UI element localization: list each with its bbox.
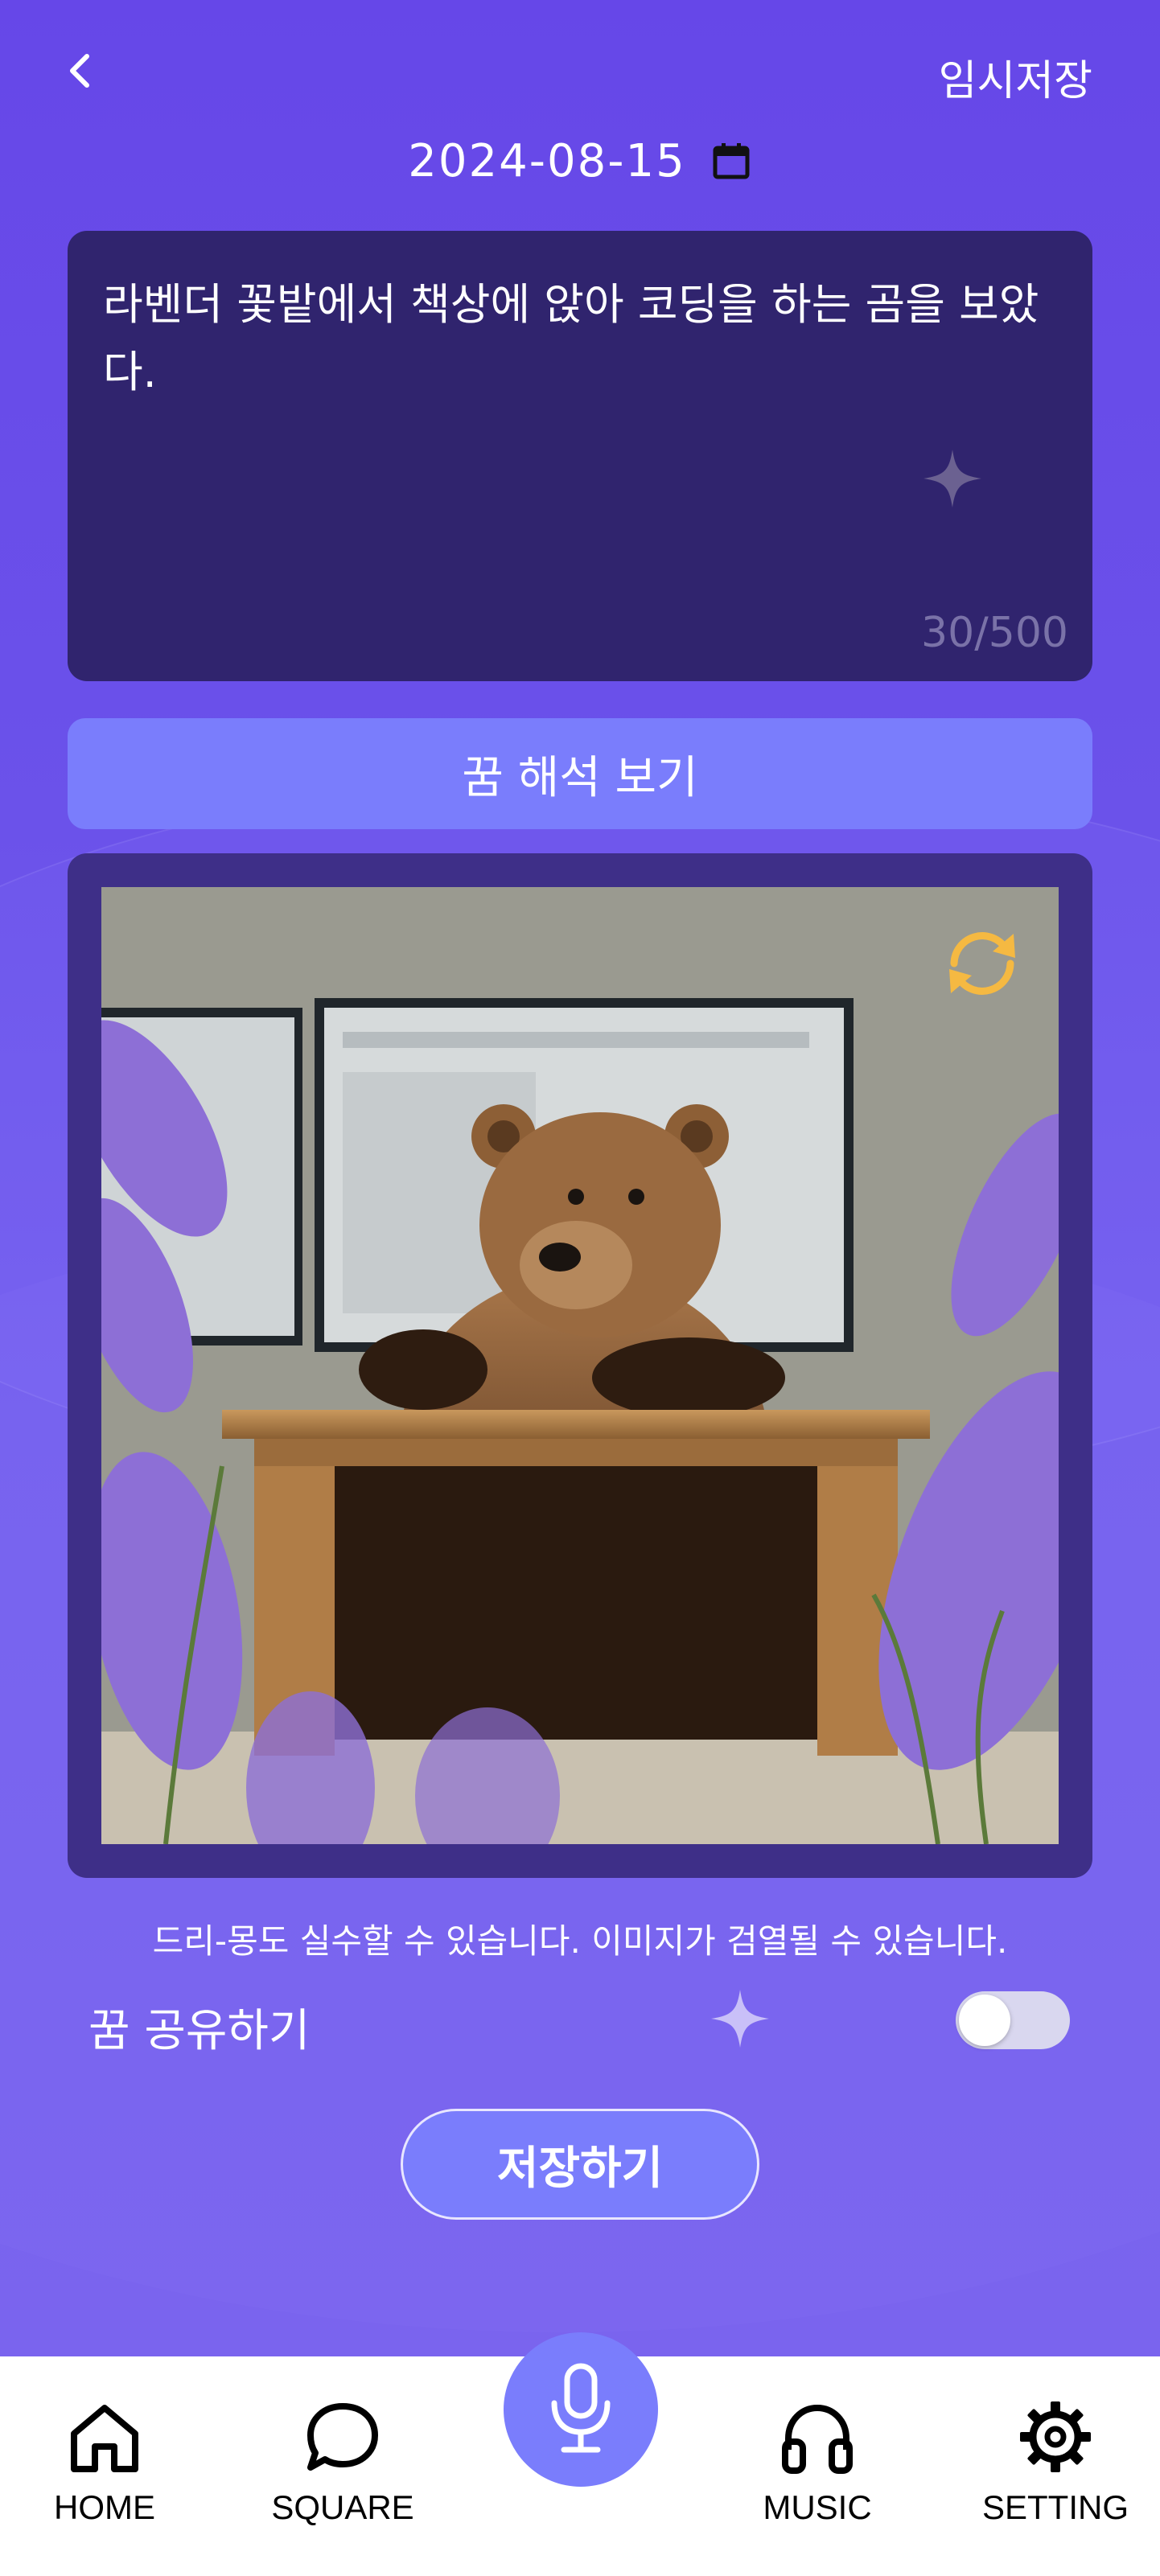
- share-row: 꿈 공유하기: [88, 1986, 1070, 2059]
- refresh-icon[interactable]: [938, 919, 1026, 1008]
- save-button[interactable]: 저장하기: [401, 2109, 759, 2220]
- sparkle-icon: [923, 450, 981, 507]
- dream-image: [101, 887, 1059, 1844]
- nav-square[interactable]: SQUARE: [262, 2397, 423, 2558]
- nav-home[interactable]: HOME: [24, 2397, 185, 2558]
- dream-text[interactable]: 라벤더 꽃밭에서 책상에 앉아 코딩을 하는 곰을 보았다.: [103, 271, 1057, 406]
- home-icon: [71, 2405, 138, 2472]
- toggle-knob: [959, 1995, 1010, 2046]
- share-label: 꿈 공유하기: [88, 2005, 311, 2057]
- nav-label: HOME: [54, 2488, 155, 2526]
- calendar-icon[interactable]: [710, 140, 752, 182]
- share-toggle[interactable]: [956, 1991, 1070, 2049]
- sparkle-icon: [711, 1990, 769, 2048]
- record-mic-button[interactable]: [504, 2332, 658, 2487]
- dream-text-area[interactable]: 라벤더 꽃밭에서 책상에 앉아 코딩을 하는 곰을 보았다. 30/500: [68, 231, 1092, 681]
- chat-bubble-icon: [307, 2403, 378, 2471]
- microphone-icon: [551, 2363, 611, 2453]
- header: 임시저장: [0, 32, 1160, 121]
- date-text: 2024-08-15: [408, 134, 686, 187]
- nav-music[interactable]: MUSIC: [737, 2397, 898, 2558]
- nav-label: SQUARE: [271, 2488, 414, 2526]
- disclaimer-text: 드리-몽도 실수할 수 있습니다. 이미지가 검열될 수 있습니다.: [152, 1921, 1008, 1961]
- interpret-dream-button[interactable]: 꿈 해석 보기: [68, 718, 1092, 829]
- temp-save-button[interactable]: 임시저장: [939, 47, 1092, 107]
- bear-illustration: [101, 887, 1059, 1844]
- nav-label: SETTING: [981, 2488, 1129, 2526]
- chevron-left-icon: [70, 54, 89, 88]
- back-button[interactable]: [58, 47, 106, 95]
- gear-icon: [1020, 2401, 1091, 2472]
- nav-setting[interactable]: SETTING: [975, 2397, 1136, 2558]
- char-count: 30/500: [921, 609, 1068, 657]
- headphones-icon: [782, 2404, 853, 2474]
- nav-label: MUSIC: [763, 2488, 872, 2526]
- date-selector[interactable]: 2024-08-15: [0, 129, 1160, 193]
- dream-image-frame: [68, 853, 1092, 1878]
